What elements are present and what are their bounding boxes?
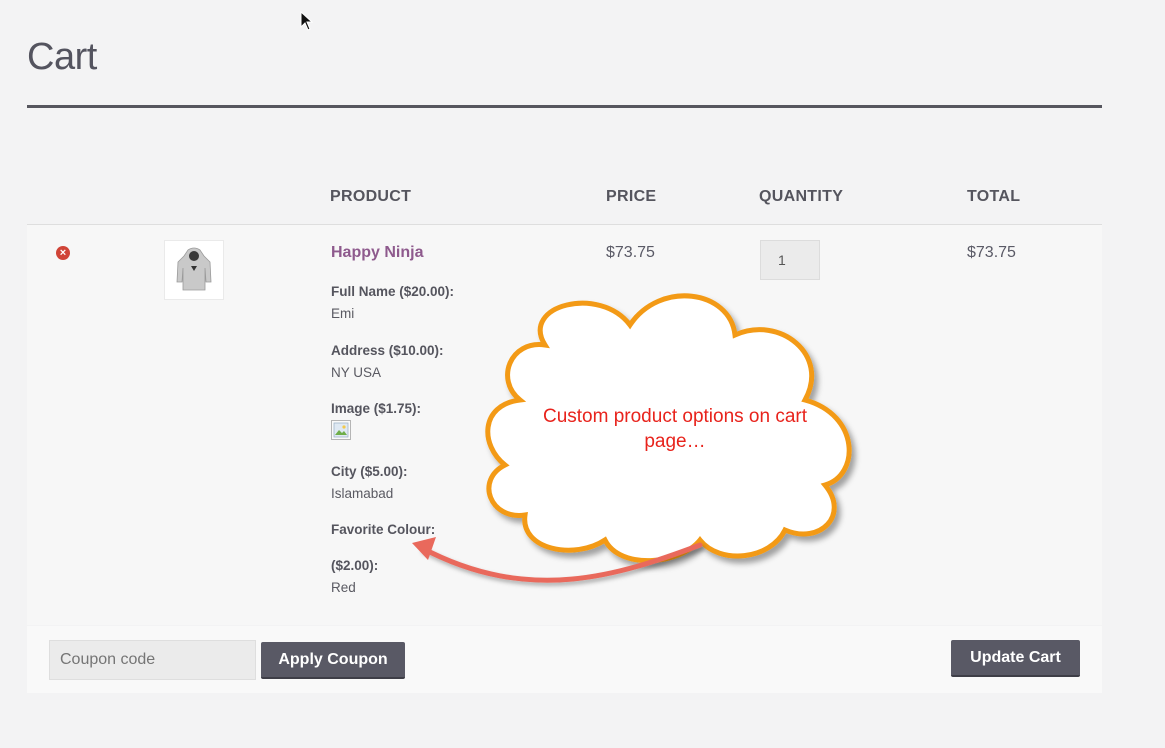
broken-image-icon: [333, 422, 349, 438]
remove-item-button[interactable]: ×: [56, 246, 70, 260]
title-divider: [27, 105, 1102, 108]
item-total: $73.75: [967, 244, 1016, 261]
item-price: $73.75: [606, 244, 655, 261]
product-thumbnail[interactable]: [164, 240, 224, 300]
option-value: Islamabad: [331, 486, 394, 501]
coupon-code-input[interactable]: [49, 640, 256, 680]
arrow-head-icon: [412, 537, 436, 560]
remove-x-icon: ×: [59, 247, 67, 259]
mouse-cursor-icon: [300, 11, 314, 31]
quantity-input[interactable]: [760, 240, 820, 280]
header-quantity: QUANTITY: [759, 188, 844, 205]
option-value: Red: [331, 580, 356, 595]
update-cart-button[interactable]: Update Cart: [951, 640, 1080, 677]
option-label: ($2.00):: [331, 558, 379, 573]
header-total: TOTAL: [967, 188, 1021, 205]
option-value: NY USA: [331, 365, 382, 380]
annotation-text: Custom product options on cart page…: [542, 406, 808, 452]
option-label: City ($5.00):: [331, 464, 408, 479]
option-value: Emi: [331, 306, 355, 321]
uploaded-image: [331, 420, 351, 440]
header-product: PRODUCT: [330, 188, 412, 205]
page-title: Cart: [27, 36, 97, 78]
apply-coupon-button[interactable]: Apply Coupon: [261, 642, 405, 679]
hoodie-icon: [176, 247, 212, 291]
product-name-link[interactable]: Happy Ninja: [331, 244, 423, 262]
header-price: PRICE: [606, 188, 657, 205]
